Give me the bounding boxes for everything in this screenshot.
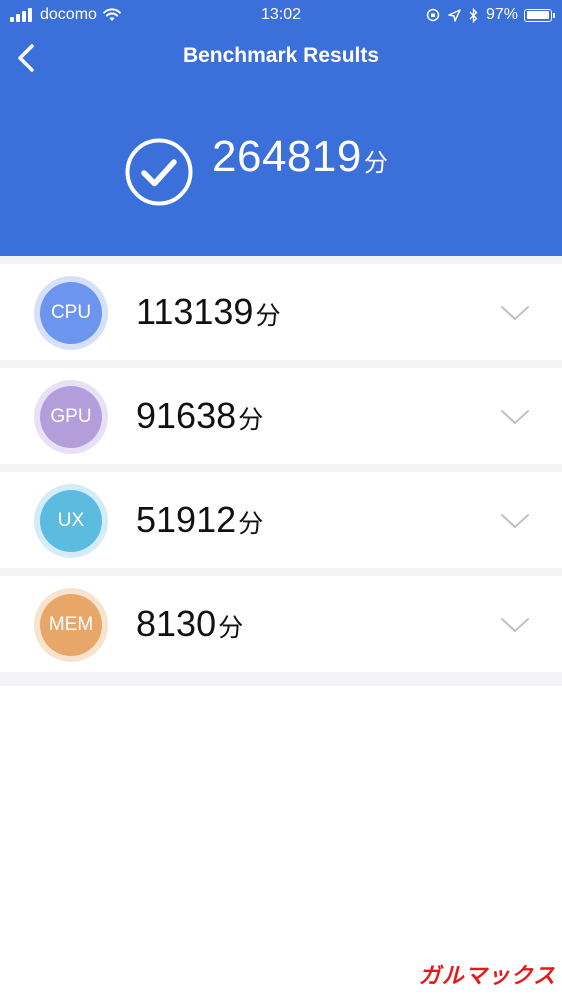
cpu-badge: CPU <box>34 276 108 350</box>
orientation-lock-icon <box>426 8 440 22</box>
mem-score-value: 8130 <box>136 603 217 644</box>
gpu-badge-label: GPU <box>40 386 102 448</box>
gpu-score-value: 91638 <box>136 395 237 436</box>
separator <box>0 360 562 368</box>
separator <box>0 672 562 686</box>
cpu-score: 113139分 <box>136 291 281 333</box>
separator <box>0 464 562 472</box>
ux-score-unit: 分 <box>238 510 264 538</box>
result-row-gpu[interactable]: GPU 91638分 <box>0 368 562 464</box>
chevron-down-icon[interactable] <box>500 616 530 634</box>
cpu-score-value: 113139 <box>136 291 254 332</box>
battery-percent: 97% <box>485 6 518 23</box>
ux-score: 51912分 <box>136 499 263 541</box>
status-right: 97% <box>418 6 555 24</box>
chevron-down-icon[interactable] <box>500 512 530 530</box>
ux-badge: UX <box>34 484 108 558</box>
cpu-score-unit: 分 <box>255 302 281 330</box>
chevron-down-icon[interactable] <box>500 304 530 322</box>
gpu-score: 91638分 <box>136 395 263 437</box>
status-bar: docomo 13:02 97% <box>0 0 562 32</box>
result-row-cpu[interactable]: CPU 113139分 <box>0 264 562 360</box>
header: docomo 13:02 97% Benchmark Results 26481… <box>0 0 562 256</box>
separator <box>0 256 562 264</box>
gpu-badge: GPU <box>34 380 108 454</box>
total-score-value: 264819 <box>212 132 362 181</box>
cpu-badge-label: CPU <box>40 282 102 344</box>
chevron-down-icon[interactable] <box>500 408 530 426</box>
mem-score: 8130分 <box>136 603 243 645</box>
mem-badge-label: MEM <box>40 594 102 656</box>
result-row-ux[interactable]: UX 51912分 <box>0 472 562 568</box>
total-score-unit: 分 <box>363 150 389 177</box>
mem-score-unit: 分 <box>218 614 244 642</box>
total-score: 264819分 <box>212 132 389 182</box>
page-title: Benchmark Results <box>182 44 380 67</box>
separator <box>0 568 562 576</box>
ux-score-value: 51912 <box>136 499 237 540</box>
ux-badge-label: UX <box>40 490 102 552</box>
gpu-score-unit: 分 <box>238 406 264 434</box>
result-row-mem[interactable]: MEM 8130分 <box>0 576 562 672</box>
location-icon <box>448 8 461 22</box>
watermark-logo: ガルマックス <box>418 963 556 988</box>
bluetooth-icon <box>469 7 478 23</box>
battery-fill <box>526 11 549 19</box>
battery-icon <box>524 8 555 22</box>
mem-badge: MEM <box>34 588 108 662</box>
check-circle-icon <box>125 138 193 206</box>
